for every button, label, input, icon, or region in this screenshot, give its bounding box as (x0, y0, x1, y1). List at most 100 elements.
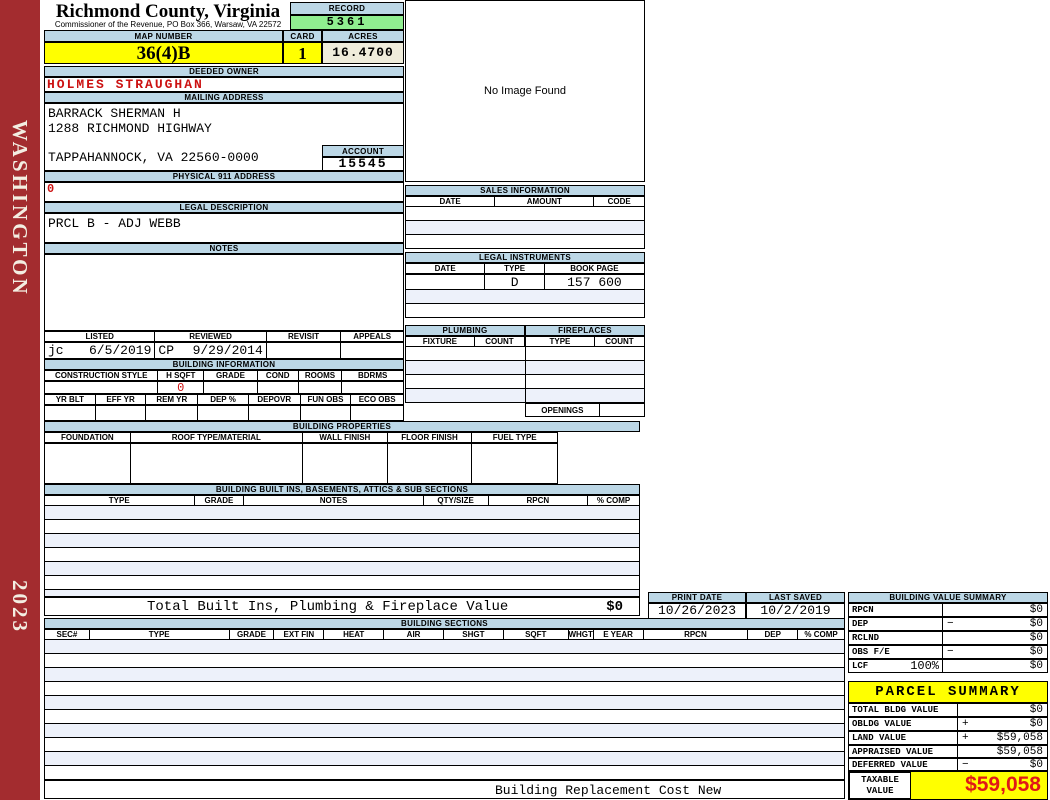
bvs-dep-label: DEP (852, 619, 869, 629)
hsqft-value[interactable]: 0 (158, 381, 205, 395)
instr-date-value (406, 275, 486, 289)
bvs-rclnd-value: $0 (1029, 632, 1043, 644)
notes-value[interactable] (44, 254, 404, 331)
mailing-city: TAPPAHANNOCK, VA 22560-0000 (48, 150, 259, 165)
listed-col-label: LISTED (45, 332, 156, 341)
floor-finish-label: FLOOR FINISH (388, 433, 473, 442)
sec-num-label: SEC# (45, 630, 90, 639)
listed-value[interactable]: jc 6/5/2019 (45, 343, 156, 358)
obldg-op: + (962, 718, 969, 730)
year-spine: WASHINGTON 2023 (0, 0, 40, 800)
fireplace-type-label: TYPE (526, 337, 595, 346)
land-op: + (962, 732, 969, 744)
roof-type-value[interactable] (131, 444, 303, 483)
fuel-type-value[interactable] (472, 444, 557, 483)
funobs-value[interactable] (301, 406, 352, 420)
plumbing-title: PLUMBING (405, 325, 525, 336)
map-number-value[interactable]: 36(4)B (44, 42, 283, 64)
wall-finish-label: WALL FINISH (303, 433, 388, 442)
physical-911-label: PHYSICAL 911 ADDRESS (44, 171, 404, 182)
builtins-total-label: Total Built Ins, Plumbing & Fireplace Va… (147, 598, 509, 615)
obldg-label: OBLDG VALUE (852, 719, 912, 729)
grade-label: GRADE (204, 371, 258, 380)
land-value: $59,058 (996, 732, 1043, 744)
cond-value[interactable] (258, 382, 299, 393)
instrument-row[interactable]: D 157 600 (405, 274, 645, 290)
ecoobs-value[interactable] (351, 406, 403, 420)
sec-comp-label: % COMP (804, 630, 838, 639)
depovr-label: DEPOVR (249, 395, 301, 404)
instr-type-label: TYPE (485, 264, 545, 273)
construction-style-label: CONSTRUCTION STYLE (45, 371, 159, 380)
parcel-row-obldg: OBLDG VALUE + $0 (848, 717, 1048, 731)
grade-value[interactable] (204, 382, 258, 393)
plumbing-fireplace-divider (525, 347, 526, 403)
last-saved-label: LAST SAVED (746, 592, 845, 603)
instr-type-value: D (485, 275, 545, 290)
legal-description-value[interactable]: PRCL B - ADJ WEBB (44, 213, 404, 243)
taxable-value: $59,058 (965, 773, 1041, 796)
effyr-value[interactable] (96, 406, 147, 420)
acres-label: ACRES (322, 30, 404, 42)
builtins-comp-label: % COMP (596, 496, 631, 505)
foundation-label: FOUNDATION (45, 433, 131, 442)
deferred-value: $0 (1029, 758, 1043, 771)
instr-bookpage-value: 157 600 (567, 274, 622, 290)
construction-style-value[interactable] (45, 382, 159, 393)
sec-air-label: AIR (384, 630, 444, 639)
built-ins-title: BUILDING BUILT INS, BASEMENTS, ATTICS & … (44, 484, 640, 495)
account-value[interactable]: 15545 (322, 157, 404, 171)
listed-date: 6/5/2019 (88, 343, 152, 358)
builtins-notes-label: NOTES (244, 496, 424, 505)
parcel-row-appraised: APPRAISED VALUE $59,058 (848, 745, 1048, 758)
building-properties-title: BUILDING PROPERTIES (44, 421, 640, 432)
last-saved-value: 10/2/2019 (746, 603, 845, 619)
instr-bookpage-label: BOOK PAGE (570, 264, 619, 273)
deferred-op: − (962, 758, 969, 771)
sec-grade-label: GRADE (230, 630, 275, 639)
revisit-value[interactable] (267, 343, 342, 358)
record-value[interactable]: 5361 (290, 15, 404, 30)
fixture-label: FIXTURE (406, 337, 475, 346)
openings-value[interactable] (600, 404, 644, 416)
acres-value[interactable]: 16.4700 (322, 42, 404, 64)
mailing-line1: BARRACK SHERMAN H (48, 106, 181, 121)
rooms-value[interactable] (299, 382, 343, 393)
deppct-label: DEP % (198, 395, 249, 404)
sales-date-label: DATE (406, 197, 496, 206)
obldg-value: $0 (1029, 718, 1043, 730)
legal-description-label: LEGAL DESCRIPTION (44, 202, 404, 213)
parcel-summary-title: PARCEL SUMMARY (848, 681, 1048, 703)
sec-eyear-label: E YEAR (594, 630, 644, 639)
parcel-row-totalbldg: TOTAL BLDG VALUE $0 (848, 703, 1048, 717)
card-label: CARD (283, 30, 322, 42)
physical-911-value[interactable]: 0 (44, 182, 404, 202)
bvs-lcf-value: $0 (1029, 660, 1043, 672)
deeded-owner-value[interactable]: HOLMES STRAUGHAN (44, 77, 404, 92)
bdrms-value[interactable] (342, 382, 403, 393)
reviewed-value[interactable]: CP 9/29/2014 (155, 343, 267, 358)
bvs-lcf-label: LCF (852, 661, 869, 671)
sales-amount-label: AMOUNT (495, 197, 595, 206)
reviewed-col-label: REVIEWED (155, 332, 267, 341)
sec-shgt-label: SHGT (444, 630, 504, 639)
parcel-row-land: LAND VALUE + $59,058 (848, 731, 1048, 745)
card-value[interactable]: 1 (283, 42, 322, 64)
floor-finish-value[interactable] (388, 444, 473, 483)
totalbldg-value: $0 (1029, 704, 1043, 716)
taxable-label-line2: VALUE (866, 785, 894, 796)
sales-empty-rows (405, 207, 645, 249)
appraised-value: $59,058 (996, 745, 1043, 758)
bvs-row-rpcn: RPCN $0 (848, 603, 1048, 617)
legal-instruments-title: LEGAL INSTRUMENTS (405, 252, 645, 263)
appeals-value[interactable] (341, 343, 403, 358)
bvs-dep-value: $0 (1029, 618, 1043, 630)
bvs-obsfe-op: − (947, 646, 954, 658)
totalbldg-label: TOTAL BLDG VALUE (852, 705, 939, 715)
yrblt-value[interactable] (45, 406, 96, 420)
deppct-value[interactable] (198, 406, 249, 420)
remyr-value[interactable] (146, 406, 199, 420)
wall-finish-value[interactable] (303, 444, 388, 483)
foundation-value[interactable] (45, 444, 131, 483)
depovr-value[interactable] (249, 406, 301, 420)
